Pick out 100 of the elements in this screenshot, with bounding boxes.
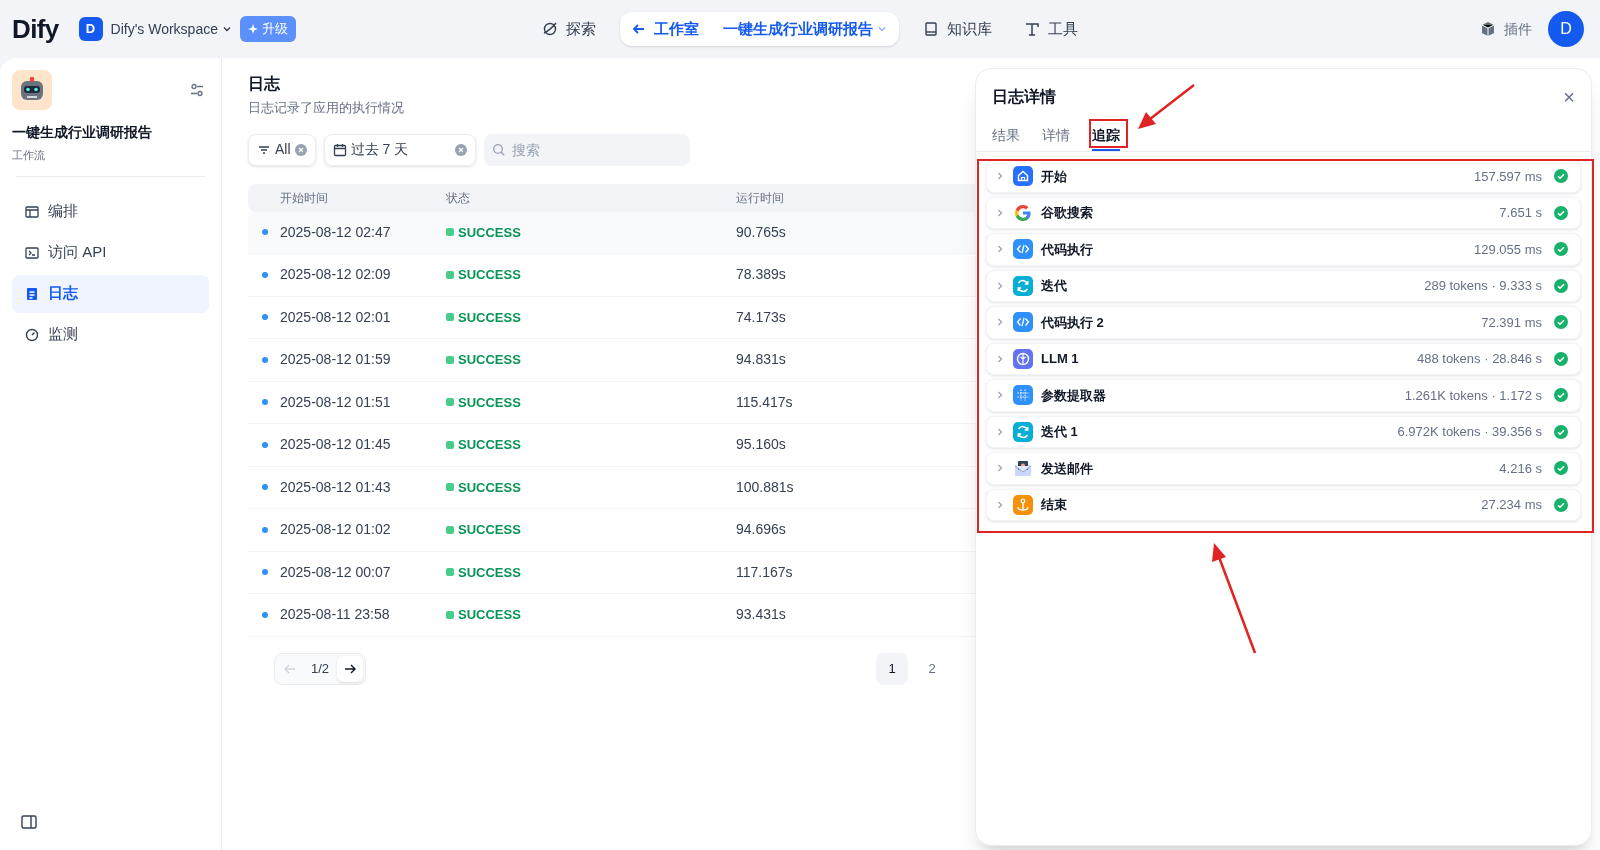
node-name: 发送邮件 xyxy=(1041,459,1093,478)
success-check-icon xyxy=(1554,205,1568,220)
success-check-icon xyxy=(1554,351,1568,366)
status-badge: SUCCESS xyxy=(446,392,521,412)
app-type: 工作流 xyxy=(12,148,46,163)
success-check-icon xyxy=(1554,497,1568,512)
clear-icon[interactable] xyxy=(294,143,307,156)
annotation-arrow xyxy=(1138,84,1195,129)
status-filter[interactable]: All xyxy=(248,133,316,166)
gauge-icon xyxy=(24,326,40,343)
success-check-icon xyxy=(1554,278,1568,293)
chevron-right-icon[interactable] xyxy=(995,390,1005,401)
refresh-icon xyxy=(1013,275,1033,296)
table-cell-text: 2025-08-12 01:51 xyxy=(280,392,391,412)
page-button[interactable]: 1 xyxy=(876,652,908,685)
status-badge: SUCCESS xyxy=(446,222,521,242)
sidebar-item[interactable]: 日志 xyxy=(12,274,209,313)
table-cell-text: 2025-08-12 01:45 xyxy=(280,435,391,455)
status-badge: SUCCESS xyxy=(446,562,521,582)
node-stats: 289 tokens · 9.333 s xyxy=(1424,277,1542,295)
plugins-button[interactable]: 插件 xyxy=(1480,18,1532,40)
trace-node-row[interactable]: 开始 157.597 ms xyxy=(986,160,1581,193)
table-cell-text: 74.173s xyxy=(736,307,786,327)
trace-node-row[interactable]: LLM 1 488 tokens · 28.846 s xyxy=(986,342,1581,375)
node-stats: 6.972K tokens · 39.356 s xyxy=(1397,423,1542,441)
sidebar-item[interactable]: 编排 xyxy=(12,192,209,231)
table-cell-text: 2025-08-12 02:01 xyxy=(280,307,391,327)
settings-icon[interactable] xyxy=(189,82,205,98)
node-stats: 157.597 ms xyxy=(1474,167,1542,186)
user-avatar[interactable]: D xyxy=(1548,11,1584,47)
app-selector[interactable]: 一键生成行业调研报告 xyxy=(723,17,887,41)
sidebar-item[interactable]: 访问 API xyxy=(12,233,209,272)
chevron-down-icon xyxy=(222,24,232,34)
table-cell-text: 2025-08-12 01:43 xyxy=(280,477,391,497)
house-icon xyxy=(1013,166,1033,187)
knowledge-link[interactable]: 知识库 xyxy=(911,12,1004,46)
trace-node-row[interactable]: 代码执行 129.055 ms xyxy=(986,233,1581,266)
grid-icon xyxy=(1013,385,1033,406)
sidebar-toggle-icon[interactable] xyxy=(20,813,38,831)
node-stats: 488 tokens · 28.846 s xyxy=(1416,350,1542,368)
chevron-right-icon[interactable] xyxy=(995,207,1005,218)
chevron-right-icon[interactable] xyxy=(995,499,1005,510)
chevron-right-icon[interactable] xyxy=(995,280,1005,291)
back-arrow-icon xyxy=(632,22,646,36)
trace-node-row[interactable]: 代码执行 2 72.391 ms xyxy=(986,306,1581,339)
status-badge: SUCCESS xyxy=(446,350,521,370)
clear-icon[interactable] xyxy=(454,143,467,156)
chevron-right-icon[interactable] xyxy=(995,244,1005,255)
table-cell-text: 2025-08-12 01:02 xyxy=(280,520,391,540)
studio-link[interactable]: 工作室 xyxy=(632,17,699,41)
success-check-icon xyxy=(1554,461,1568,476)
explore-link[interactable]: 探索 xyxy=(530,12,608,46)
success-check-icon xyxy=(1554,315,1568,330)
page-title: 日志 xyxy=(248,74,281,94)
page-indicator: 1/2 xyxy=(310,659,331,678)
google-icon xyxy=(1013,202,1033,223)
envelope-icon xyxy=(1013,458,1033,479)
trace-node-row[interactable]: 结束 27.234 ms xyxy=(986,488,1581,521)
workspace-selector[interactable]: Dify's Workspace xyxy=(110,18,232,40)
status-badge: SUCCESS xyxy=(446,435,521,455)
node-stats: 27.234 ms xyxy=(1481,496,1542,514)
trace-node-row[interactable]: 参数提取器 1.261K tokens · 1.172 s xyxy=(986,379,1581,412)
logo: Dify xyxy=(12,12,59,46)
table-cell-text: 2025-08-12 01:59 xyxy=(280,350,391,370)
node-name: 迭代 xyxy=(1041,277,1067,295)
trace-node-row[interactable]: 谷歌搜索 7.651 s xyxy=(986,196,1581,229)
trace-node-row[interactable]: 迭代 289 tokens · 9.333 s xyxy=(986,269,1581,302)
node-name: 谷歌搜索 xyxy=(1041,204,1093,222)
layout-icon xyxy=(24,203,40,220)
node-name: 参数提取器 xyxy=(1041,386,1106,405)
success-check-icon xyxy=(1554,424,1568,439)
chevron-right-icon[interactable] xyxy=(995,353,1005,364)
chevron-right-icon[interactable] xyxy=(995,171,1005,182)
status-badge: SUCCESS xyxy=(446,477,521,497)
sparkle-icon xyxy=(248,24,258,34)
table-cell-text: 78.389s xyxy=(736,265,786,285)
tools-link[interactable]: 工具 xyxy=(1012,12,1090,46)
sidebar-item[interactable]: 监测 xyxy=(12,315,209,354)
chevron-right-icon[interactable] xyxy=(995,317,1005,328)
workspace-avatar: D xyxy=(78,17,103,41)
node-stats: 129.055 ms xyxy=(1474,240,1542,259)
trace-node-row[interactable]: 发送邮件 4.216 s xyxy=(986,452,1581,485)
refresh-icon xyxy=(1013,421,1033,442)
document-icon xyxy=(24,285,40,302)
chevron-right-icon[interactable] xyxy=(995,426,1005,437)
panel-tab[interactable]: 结果 xyxy=(992,121,1020,151)
calendar-icon xyxy=(332,142,347,157)
page-button[interactable]: 2 xyxy=(916,652,948,685)
table-cell-text: 2025-08-12 00:07 xyxy=(280,562,391,582)
search-field[interactable]: 搜索 xyxy=(483,133,690,166)
column-header: 开始时间 xyxy=(279,189,329,207)
date-filter[interactable]: 过去 7 天 xyxy=(323,133,476,166)
next-page-icon[interactable] xyxy=(337,655,364,682)
success-check-icon xyxy=(1554,242,1568,257)
node-stats: 4.216 s xyxy=(1499,459,1542,478)
panel-tab[interactable]: 详情 xyxy=(1042,121,1070,151)
panel-tab[interactable]: 追踪 xyxy=(1092,121,1120,151)
trace-node-row[interactable]: 迭代 1 6.972K tokens · 39.356 s xyxy=(986,415,1581,448)
chevron-right-icon[interactable] xyxy=(995,463,1005,474)
close-button[interactable]: × xyxy=(1563,87,1575,107)
